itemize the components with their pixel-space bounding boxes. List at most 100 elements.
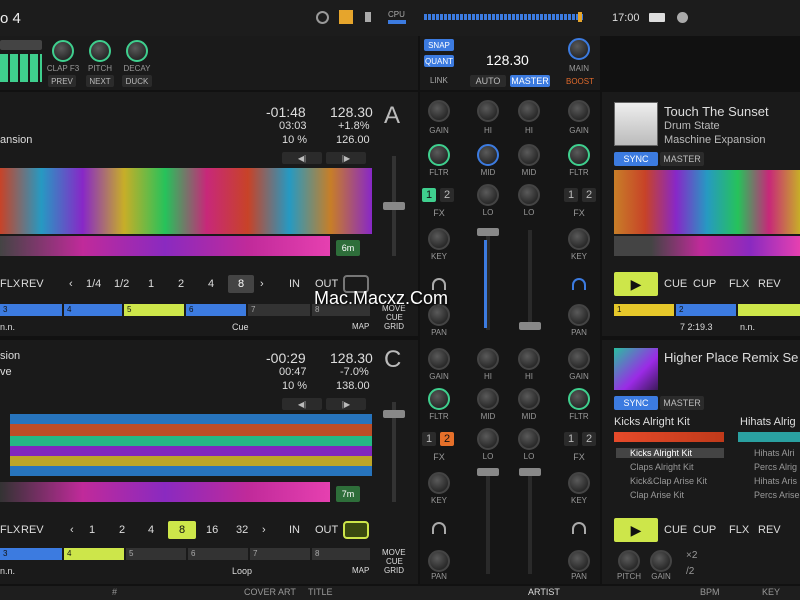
gear-icon[interactable] <box>316 11 329 24</box>
deck-d-cue-button[interactable]: CUE <box>664 524 687 536</box>
ch-c-volume-fader[interactable] <box>528 230 532 330</box>
ch-c-gain-knob[interactable] <box>428 348 450 370</box>
deck-a-map[interactable]: MAP <box>352 322 369 331</box>
ch-c2-volume-handle[interactable] <box>519 468 541 476</box>
ch-d-headphone-icon[interactable] <box>572 278 586 290</box>
deck-c-move[interactable]: MOVE <box>382 548 406 557</box>
deck-a-cue-3[interactable]: 3 <box>0 304 62 316</box>
deck-a-move-grid[interactable]: GRID <box>384 322 404 331</box>
ch-a-filter-knob[interactable] <box>428 144 450 166</box>
deck-a-loop-5[interactable]: 4 <box>208 278 214 290</box>
ch-a-key-knob[interactable] <box>428 228 450 250</box>
deck-c-loop-length[interactable]: 7m <box>336 486 360 502</box>
deck-c-cue-4[interactable]: 4 <box>64 548 124 560</box>
deck-c-beatjump-back[interactable]: ◀| <box>282 398 322 410</box>
audio-setup-icon[interactable] <box>339 10 353 24</box>
ch-c-fx1-button[interactable]: 1 <box>422 432 436 446</box>
deck-b-waveform[interactable] <box>614 170 800 234</box>
ch-c2-volume-fader[interactable] <box>528 474 532 574</box>
col-key[interactable]: KEY <box>762 587 780 597</box>
deck-c-in[interactable]: IN <box>289 524 300 536</box>
deck-c-move-cue[interactable]: CUE <box>386 557 403 566</box>
ch-c1-lo-knob[interactable] <box>518 184 540 206</box>
boost-label[interactable]: BOOST <box>566 77 594 86</box>
deck-a-loop-4[interactable]: 2 <box>178 278 184 290</box>
deck-c-rev[interactable]: REV <box>21 524 44 536</box>
deck-d-div2[interactable]: /2 <box>686 566 694 577</box>
ch-d2-gain-knob[interactable] <box>568 348 590 370</box>
deck-c-remix-waveform[interactable] <box>10 414 372 476</box>
ch-d-key-knob[interactable] <box>568 228 590 250</box>
ch-c-volume-handle[interactable] <box>519 322 541 330</box>
duck-button[interactable]: DUCK <box>122 75 152 87</box>
deck-a-cue-5[interactable]: 5 <box>124 304 184 316</box>
ch-b2-volume-fader[interactable] <box>486 474 490 574</box>
ch-a-fx2-button[interactable]: 2 <box>440 188 454 202</box>
decay-knob[interactable] <box>126 40 148 62</box>
next-button[interactable]: NEXT <box>86 75 114 87</box>
deck-b-rev-button[interactable]: REV <box>758 278 781 290</box>
deck-a-cue-4[interactable]: 4 <box>64 304 122 316</box>
deck-c-out[interactable]: OUT <box>315 524 338 536</box>
col-artist[interactable]: ARTIST <box>528 587 560 597</box>
deck-b-cue-button[interactable]: CUE <box>664 278 687 290</box>
deck-d-slot2-item-2[interactable]: Percs Alrig <box>740 462 797 472</box>
ch-d-pan-knob[interactable] <box>568 304 590 326</box>
col-cover-art[interactable]: COVER ART <box>244 587 296 597</box>
ch-a-gain-knob[interactable] <box>428 100 450 122</box>
deck-c-cue-7[interactable]: 7 <box>250 548 310 560</box>
deck-d-gain-knob[interactable] <box>650 550 672 572</box>
deck-c-cue-5[interactable]: 5 <box>126 548 186 560</box>
deck-b-cue-2[interactable]: 2 <box>676 304 736 316</box>
deck-d-slot2-item-4[interactable]: Percs Arise <box>740 490 800 500</box>
deck-b-flx-button[interactable]: FLX <box>729 278 749 290</box>
deck-d-play-button[interactable]: ▶ <box>614 518 658 542</box>
deck-c-loop-2[interactable]: 2 <box>119 524 125 536</box>
deck-b-master-button[interactable]: MASTER <box>660 152 704 166</box>
prev-button[interactable]: PREV <box>48 75 76 87</box>
deck-c-letter[interactable]: C <box>384 346 401 374</box>
ch-b1-lo-knob[interactable] <box>477 184 499 206</box>
ch-b1-hi-knob[interactable] <box>477 100 499 122</box>
ch-d2-fx1-button[interactable]: 1 <box>564 432 578 446</box>
ch-d-gain-knob[interactable] <box>568 100 590 122</box>
deck-d-slot1-item-2[interactable]: Claps Alright Kit <box>616 462 694 472</box>
deck-c-flx[interactable]: FLX <box>0 524 20 536</box>
deck-a-tempo-handle[interactable] <box>383 202 405 210</box>
deck-a-cue-type[interactable]: Cue <box>232 322 249 332</box>
ch-d2-key-knob[interactable] <box>568 472 590 494</box>
ch-c1-hi-knob[interactable] <box>518 100 540 122</box>
deck-c-loop-prev[interactable]: ‹ <box>70 524 74 536</box>
deck-d-slot1-item-3[interactable]: Kick&Clap Arise Kit <box>616 476 707 486</box>
ch-a-fx1-button[interactable]: 1 <box>422 188 436 202</box>
deck-b-sync-button[interactable]: SYNC <box>614 152 658 166</box>
deck-c-loop-5[interactable]: 16 <box>206 524 218 536</box>
deck-a-cue-6[interactable]: 6 <box>186 304 246 316</box>
ch-c2-mid-knob[interactable] <box>518 388 540 410</box>
deck-d-rev-button[interactable]: REV <box>758 524 781 536</box>
deck-a-waveform[interactable] <box>0 168 372 234</box>
deck-c-beatjump-fwd[interactable]: |▶ <box>326 398 366 410</box>
deck-d-pitch-knob[interactable] <box>618 550 640 572</box>
deck-c-cue-8[interactable]: 8 <box>312 548 370 560</box>
deck-d-slot2-item-3[interactable]: Hihats Aris <box>740 476 797 486</box>
main-volume-knob[interactable] <box>568 38 590 60</box>
col-bpm[interactable]: BPM <box>700 587 720 597</box>
ch-d-fx2-button[interactable]: 2 <box>582 188 596 202</box>
ch-c2-hi-knob[interactable] <box>518 348 540 370</box>
deck-a-move-cue[interactable]: CUE <box>386 313 403 322</box>
master-tempo[interactable]: 128.30 <box>486 52 529 68</box>
deck-a-loop-6[interactable]: 8 <box>228 275 254 293</box>
deck-a-in[interactable]: IN <box>289 278 300 290</box>
deck-c-tempo-handle[interactable] <box>383 410 405 418</box>
deck-a-loop-length[interactable]: 6m <box>336 240 360 256</box>
deck-a-cue-7[interactable]: 7 <box>248 304 310 316</box>
beatjump-fwd-button[interactable]: |▶ <box>326 152 366 164</box>
deck-b-cue-1[interactable]: 1 <box>614 304 674 316</box>
deck-d-slot1-item-1[interactable]: Kicks Alright Kit <box>616 448 724 458</box>
loop-size-prev[interactable]: ‹ <box>69 278 73 290</box>
ch-c-key-knob[interactable] <box>428 472 450 494</box>
ch-d2-pan-knob[interactable] <box>568 550 590 572</box>
deck-d-sync-button[interactable]: SYNC <box>614 396 658 410</box>
ch-d-fx1-button[interactable]: 1 <box>564 188 578 202</box>
